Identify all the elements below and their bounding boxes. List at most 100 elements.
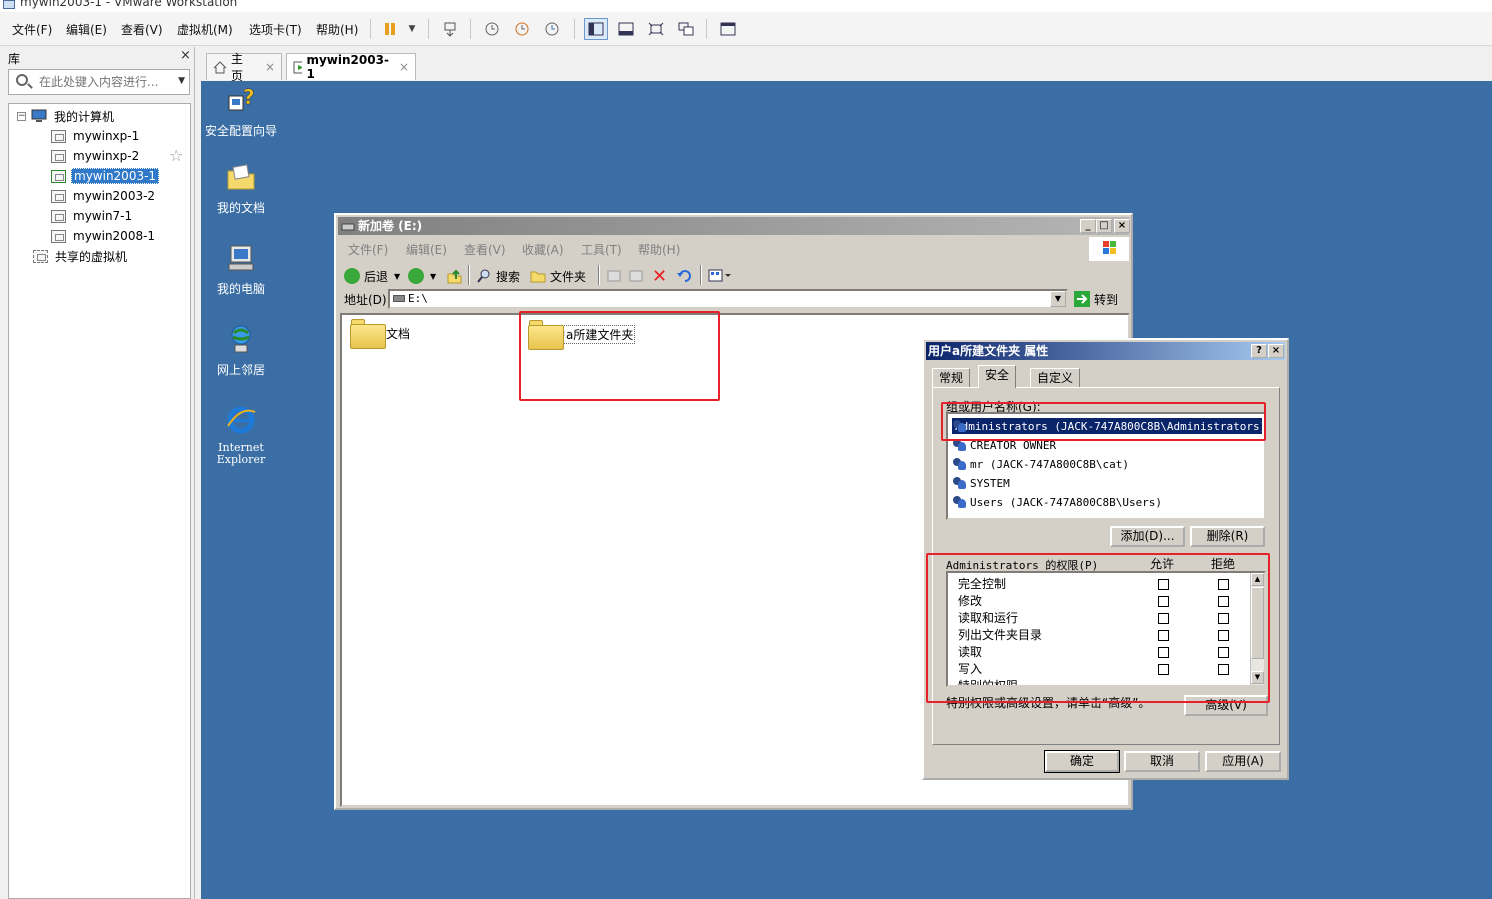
apply-button[interactable]: 应用(A) [1205, 751, 1281, 772]
vm-tabstrip: 主页 × mywin2003-1 × [201, 47, 1492, 83]
vm-icon [51, 149, 66, 163]
menu-tabs[interactable]: 选项卡(T) [249, 21, 302, 38]
tree-shared-vms[interactable]: 共享的虚拟机 [33, 247, 129, 265]
explorer-menu-favorites[interactable]: 收藏(A) [522, 241, 564, 258]
go-button[interactable]: 转到 [1074, 288, 1118, 310]
chevron-down-icon[interactable]: ▼ [394, 272, 400, 281]
thumbnail-bar-icon[interactable] [614, 18, 638, 40]
library-search-input[interactable] [39, 73, 169, 91]
tab-home[interactable]: 主页 × [206, 52, 282, 83]
folder-icon [530, 271, 546, 283]
undo-icon[interactable] [676, 265, 692, 287]
back-button[interactable]: 后退 ▼ [344, 265, 400, 287]
tree-vm-mywinxp-1[interactable]: mywinxp-1 [51, 127, 141, 145]
library-search[interactable]: ▼ [8, 69, 190, 95]
tab-mywin2003-1[interactable]: mywin2003-1 × [286, 53, 416, 81]
user-row-system[interactable]: SYSTEM [952, 475, 1010, 491]
drive-icon [393, 295, 405, 302]
chevron-down-icon[interactable]: ▼ [178, 76, 185, 86]
close-button[interactable]: × [1114, 219, 1130, 233]
address-bar[interactable]: E:\ [388, 289, 1068, 309]
explorer-menu-file[interactable]: 文件(F) [348, 241, 388, 258]
tree-vm-mywin7-1[interactable]: mywin7-1 [51, 207, 134, 225]
windows-logo-icon [1089, 237, 1129, 261]
desktop-icon-security-wizard[interactable]: ? 安全配置向导 [201, 84, 281, 139]
menu-vm[interactable]: 虚拟机(M) [177, 21, 233, 38]
address-dropdown-icon[interactable]: ▼ [1050, 291, 1066, 307]
console-view-icon[interactable] [716, 18, 740, 40]
tab-general[interactable]: 常规 [932, 368, 971, 388]
menu-file[interactable]: 文件(F) [12, 21, 52, 38]
tree-my-computer[interactable]: 我的计算机 [31, 107, 116, 125]
tab-security[interactable]: 安全 [978, 365, 1017, 388]
explorer-menu-view[interactable]: 查看(V) [464, 241, 506, 258]
tree-vm-mywin2003-1[interactable]: mywin2003-1 [51, 167, 160, 185]
vm-icon [51, 209, 66, 223]
tree-vm-mywinxp-2[interactable]: mywinxp-2 [51, 147, 141, 165]
vm-icon [51, 189, 66, 203]
user-icon [952, 457, 967, 471]
library-tree: − 我的计算机 mywinxp-1 mywinxp-2 ☆ mywin2003-… [8, 103, 191, 899]
vmware-app-icon [3, 0, 15, 9]
star-icon[interactable]: ☆ [169, 146, 183, 165]
snapshot-revert-icon[interactable] [510, 18, 534, 40]
explorer-menu-help[interactable]: 帮助(H) [638, 241, 680, 258]
back-arrow-icon [344, 268, 360, 284]
user-row-users[interactable]: Users (JACK-747A800C8B\Users) [952, 494, 1162, 510]
go-arrow-icon [1074, 291, 1090, 307]
desktop-icon-network[interactable]: 网上邻居 [201, 323, 281, 378]
tree-vm-mywin2008-1[interactable]: mywin2008-1 [51, 227, 157, 245]
explorer-menu-edit[interactable]: 编辑(E) [406, 241, 447, 258]
minimize-button[interactable]: _ [1080, 219, 1096, 233]
tree-collapse-icon[interactable]: − [17, 112, 26, 121]
snapshot-manager-icon[interactable] [540, 18, 564, 40]
ok-button[interactable]: 确定 [1044, 750, 1120, 773]
explorer-titlebar[interactable]: 新加卷 (E:) [338, 217, 1129, 235]
show-library-icon[interactable] [584, 18, 608, 40]
folder-public-documents[interactable]: 公共文档 [350, 318, 410, 349]
up-folder-icon [447, 269, 462, 284]
properties-titlebar[interactable]: 用户a所建文件夹 属性 [926, 342, 1285, 360]
fullscreen-icon[interactable] [644, 18, 668, 40]
desktop-icon-my-computer[interactable]: 我的电脑 [201, 242, 281, 297]
network-places-icon [231, 325, 251, 353]
user-row-mr[interactable]: mr (JACK-747A800C8B\cat) [952, 456, 1129, 472]
views-icon[interactable] [708, 265, 732, 287]
delete-icon[interactable]: ✕ [652, 265, 667, 287]
tab-custom[interactable]: 自定义 [1030, 368, 1081, 388]
unity-icon[interactable] [674, 18, 698, 40]
vmware-menubar: 文件(F) 编辑(E) 查看(V) 虚拟机(M) 选项卡(T) 帮助(H) ▼ [0, 12, 1492, 46]
up-folder-button[interactable] [446, 265, 462, 287]
explorer-menu-tools[interactable]: 工具(T) [581, 241, 622, 258]
close-button[interactable]: × [1268, 344, 1284, 358]
add-user-button[interactable]: 添加(D)... [1110, 526, 1185, 547]
maximize-button[interactable]: □ [1096, 219, 1112, 233]
menu-help[interactable]: 帮助(H) [316, 21, 358, 38]
desktop-icon-my-documents[interactable]: 我的文档 [201, 161, 281, 216]
forward-button[interactable]: ▼ [408, 265, 436, 287]
power-dropdown-icon[interactable]: ▼ [400, 18, 424, 40]
svg-text:?: ? [243, 85, 255, 109]
folders-button[interactable]: 文件夹 [530, 265, 586, 287]
move-to-icon[interactable] [606, 265, 622, 287]
menu-edit[interactable]: 编辑(E) [66, 21, 107, 38]
user-group-icon [952, 476, 967, 490]
explorer-title: 新加卷 (E:) [358, 219, 423, 233]
desktop-icon-internet-explorer[interactable]: Internet Explorer [201, 404, 281, 466]
library-close-button[interactable]: × [180, 48, 191, 63]
vm-icon [51, 229, 66, 243]
tab-home-close-icon[interactable]: × [265, 60, 275, 74]
cancel-button[interactable]: 取消 [1124, 751, 1200, 772]
tab-vm-close-icon[interactable]: × [399, 60, 409, 74]
pause-icon[interactable] [378, 18, 402, 40]
help-button[interactable]: ? [1251, 344, 1267, 358]
search-button[interactable]: 搜索 [476, 265, 520, 287]
chevron-down-icon[interactable]: ▼ [430, 272, 436, 281]
copy-to-icon[interactable] [628, 265, 644, 287]
remove-user-button[interactable]: 删除(R) [1190, 526, 1265, 547]
menu-view[interactable]: 查看(V) [121, 21, 163, 38]
send-ctrl-alt-del-icon[interactable] [438, 18, 462, 40]
tree-vm-mywin2003-2[interactable]: mywin2003-2 [51, 187, 157, 205]
snapshot-take-icon[interactable] [480, 18, 504, 40]
security-wizard-icon: ? [228, 85, 255, 111]
